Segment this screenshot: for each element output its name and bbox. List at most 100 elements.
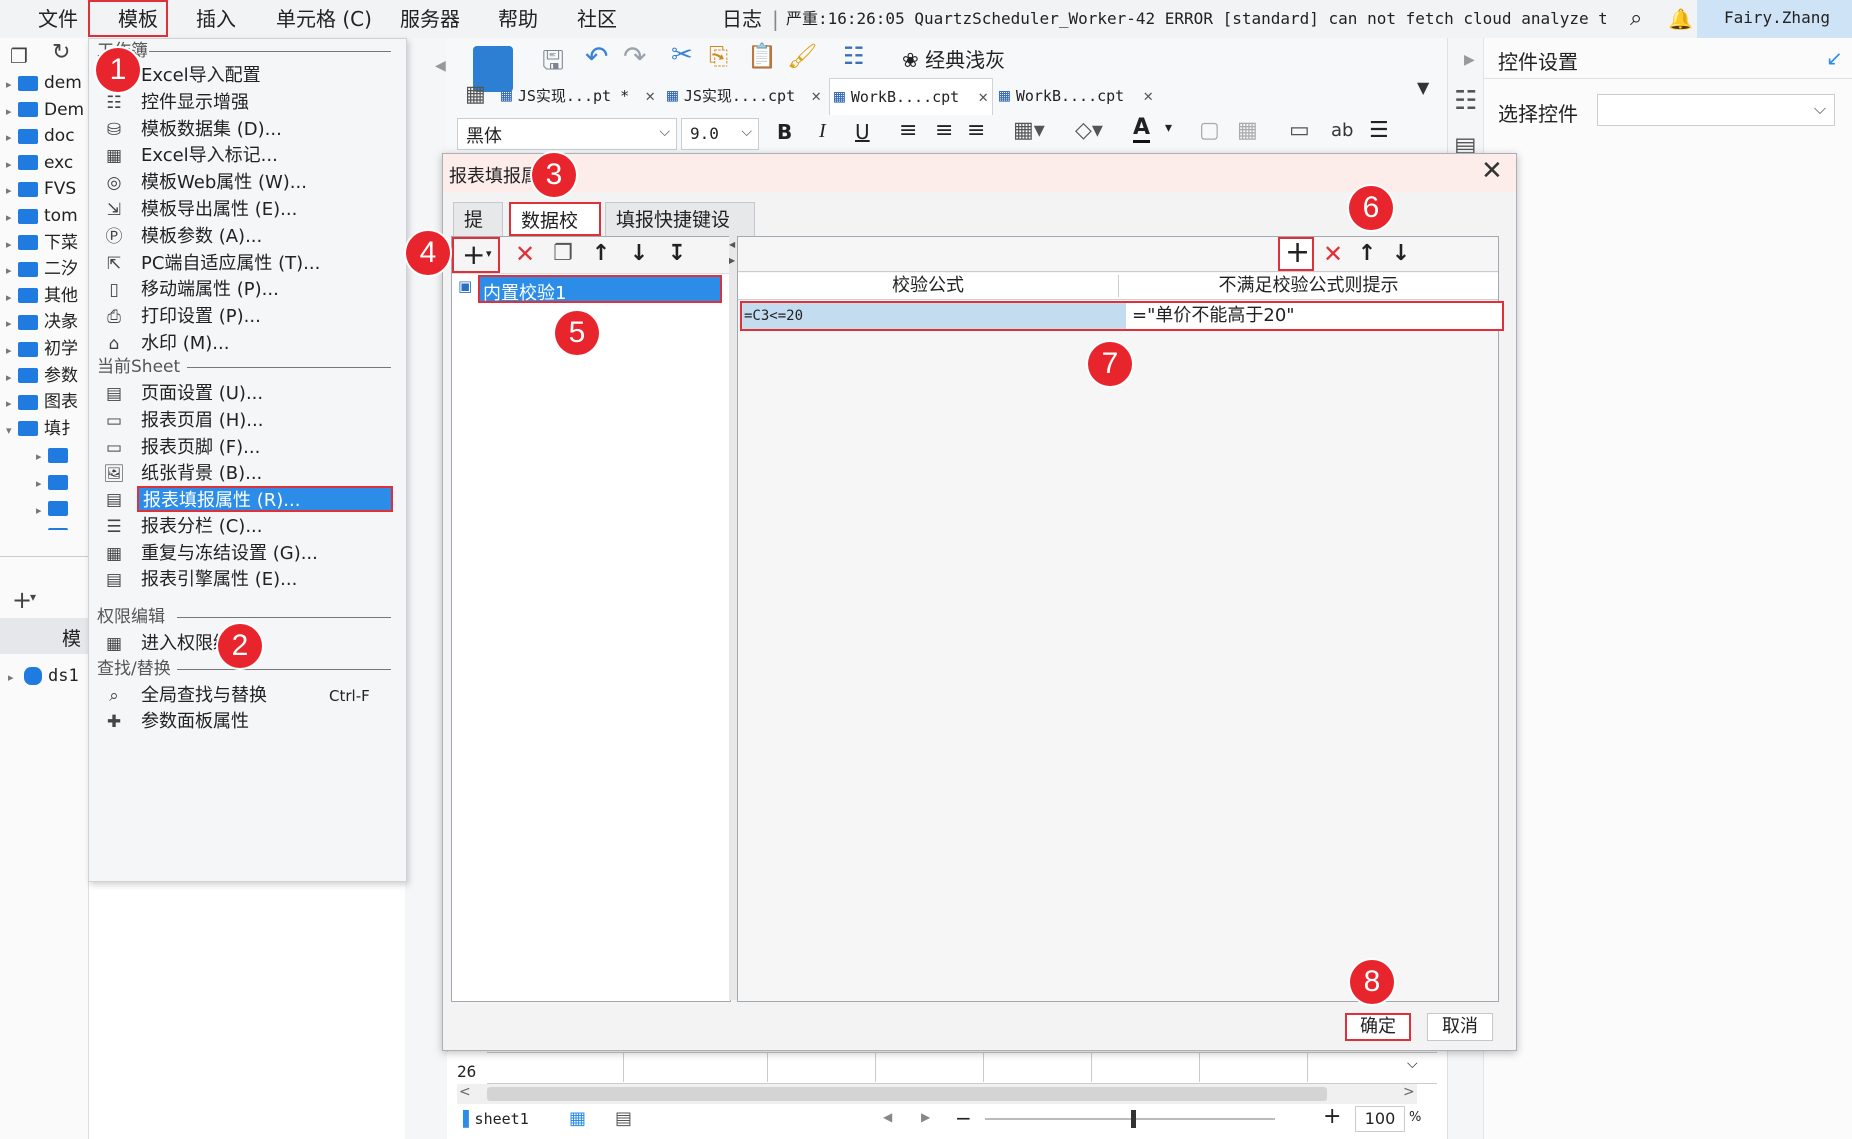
horizontal-scrollbar[interactable]: < > (457, 1084, 1417, 1104)
formula-cell[interactable]: =C3<=20 (742, 303, 1126, 329)
wrap-icon[interactable]: ▭ (1289, 118, 1310, 143)
tree-item[interactable]: ▸ tom (0, 203, 78, 229)
chevron-down-icon[interactable]: ▾ (1165, 120, 1172, 136)
cut-icon[interactable]: ✂ (671, 40, 693, 70)
menu-item[interactable]: ▯ 移动端属性 (P)... (89, 275, 406, 305)
scrollbar-thumb[interactable] (487, 1087, 1327, 1101)
close-icon[interactable]: ✕ (1481, 156, 1503, 186)
zoom-slider[interactable] (985, 1118, 1275, 1120)
menu-item[interactable]: ▭ 报表页脚 (F)... (89, 433, 406, 463)
tree-item[interactable]: ▸ Dem (0, 97, 84, 123)
document-tab[interactable]: ▦ WorkB....cpt ✕ (829, 78, 993, 115)
menu-item[interactable]: Ⓟ 模板参数 (A)... (89, 222, 406, 252)
bold-icon[interactable]: B (777, 120, 792, 144)
add-validation-button[interactable]: + ▾ (452, 237, 500, 273)
align-center-icon[interactable]: ≡ (935, 118, 953, 143)
menu-server[interactable]: 服务器 (400, 0, 460, 38)
tree-item[interactable]: ▸ 二汐 (0, 256, 78, 282)
menu-item[interactable]: ▤ 页面设置 (U)... (89, 379, 406, 409)
collapse-right-icon[interactable]: ▶ (1464, 52, 1475, 68)
tree-item[interactable]: ▾ 填扌 (0, 416, 78, 442)
unmerge-icon[interactable]: ▦ (1237, 118, 1258, 143)
format-painter-icon[interactable]: 🖌 (787, 42, 817, 70)
zoom-thumb[interactable] (1131, 1110, 1136, 1128)
border-icon[interactable]: ▦▾ (1013, 118, 1045, 143)
select-widget-dropdown[interactable]: ⌵ (1597, 94, 1835, 126)
menu-item[interactable]: ☷ 控件显示增强 (89, 88, 406, 118)
sheet-row[interactable] (487, 1052, 1437, 1084)
fill-color-icon[interactable]: ◇▾ (1075, 118, 1103, 143)
close-tab-icon[interactable]: ✕ (645, 78, 655, 114)
move-down-icon[interactable]: ↓ (1386, 239, 1416, 269)
add-sheet-icon[interactable]: ▦ (569, 1108, 586, 1129)
menu-item[interactable]: ⇲ 模板导出属性 (E)... (89, 195, 406, 225)
redo-icon[interactable]: ↷ (623, 40, 646, 73)
menu-item-fill-properties[interactable]: ▤ 报表填报属性 (R)... (89, 485, 406, 515)
bell-icon[interactable]: 🔔 (1668, 0, 1693, 38)
document-tab[interactable]: ▦ JS实现....cpt ✕ (663, 78, 825, 114)
menu-item[interactable]: ▦ Excel导入标记... (89, 141, 406, 171)
add-formula-button[interactable]: + (1278, 235, 1314, 271)
tree-item[interactable]: ▸ 决彖 (0, 309, 78, 335)
menu-item[interactable]: ⛁ 模板数据集 (D)... (89, 115, 406, 145)
search-icon[interactable]: ⌕ (1630, 0, 1642, 38)
merge-icon[interactable]: ▢ (1199, 118, 1220, 143)
validation-item[interactable]: 内置校验1 (478, 275, 722, 304)
menu-item[interactable]: ☰ 报表分栏 (C)... (89, 512, 406, 542)
align-left-icon[interactable]: ≡ (899, 118, 917, 143)
move-up-icon[interactable]: ↑ (1352, 239, 1382, 269)
menu-file[interactable]: 文件 (38, 0, 78, 38)
log-label[interactable]: 日志 (722, 0, 762, 38)
tree-item[interactable]: ▸ 下菜 (0, 230, 78, 256)
menu-item[interactable]: ◎ 模板Web属性 (W)... (89, 168, 406, 198)
close-tab-icon[interactable]: ✕ (978, 79, 988, 115)
cancel-button[interactable]: 取消 (1427, 1013, 1493, 1041)
theme-button[interactable]: ❀ 经典浅灰 (902, 44, 1005, 73)
tree-subitem[interactable]: ▸ (0, 522, 74, 530)
sort-icon[interactable]: ↧ (662, 239, 692, 269)
zoom-in-icon[interactable]: + (1323, 1104, 1341, 1129)
pin-icon[interactable]: ↙ (1826, 46, 1843, 70)
menu-item[interactable]: ⇱ PC端自适应属性 (T)... (89, 249, 406, 279)
table-row[interactable]: =C3<=20 ="单价不能高于20" (740, 301, 1504, 331)
document-tab[interactable]: ▦ JS实现...pt * ✕ (497, 78, 659, 114)
tab-data-validation[interactable]: 数据校验 (509, 202, 601, 266)
tree-subitem[interactable]: ▸ (0, 496, 74, 522)
menu-item[interactable]: ⎙ 打印设置 (P)... (89, 302, 406, 332)
tab-shortcut-settings[interactable]: 填报快捷键设置 (605, 202, 755, 265)
widget-icon[interactable]: ☷ (1454, 86, 1477, 116)
chevron-down-icon[interactable]: ▾ (30, 590, 36, 604)
tree-item[interactable]: ▸ 图表 (0, 389, 78, 415)
tab-submit[interactable]: 提交 (453, 202, 503, 265)
delete-formula-icon[interactable]: ✕ (1318, 239, 1348, 269)
splitter[interactable]: ◀ ▶ (729, 236, 737, 1000)
tree-item[interactable]: ▸ 其他 (0, 283, 78, 309)
paragraph-icon[interactable]: ☰ (1369, 118, 1389, 143)
delete-icon[interactable]: ✕ (510, 239, 540, 269)
menu-cell[interactable]: 单元格 (C) (276, 0, 372, 38)
menu-item[interactable]: ▦ 重复与冻结设置 (G)... (89, 539, 406, 569)
ok-button[interactable]: 确定 (1345, 1013, 1411, 1041)
undo-icon[interactable]: ↶ (585, 40, 608, 73)
user-area[interactable]: Fairy.Zhang (1697, 0, 1852, 38)
grid-icon[interactable]: ▦ (465, 82, 486, 107)
tabs-menu-icon[interactable]: ▼ (1417, 78, 1429, 97)
tree-item[interactable]: ▸ doc (0, 123, 75, 149)
tree-subitem[interactable]: ▸ (0, 442, 74, 468)
preview-icon[interactable]: ☷ (843, 42, 865, 70)
menu-insert[interactable]: 插入 (196, 0, 236, 38)
menu-help[interactable]: 帮助 (498, 0, 538, 38)
tree-item[interactable]: ▸ 参数 (0, 363, 78, 389)
move-down-icon[interactable]: ↓ (624, 239, 654, 269)
menu-template[interactable]: 模板 (118, 0, 158, 38)
tree-item[interactable]: ▸ exc (0, 150, 73, 176)
text-icon[interactable]: ab (1331, 120, 1353, 141)
dataset-item[interactable]: ▸ ds1 (8, 666, 79, 686)
menu-item[interactable]: ✚ 参数面板属性 (89, 707, 406, 737)
menu-item[interactable]: ▭ 报表页眉 (H)... (89, 406, 406, 436)
zoom-input[interactable]: 100 (1355, 1106, 1405, 1132)
menu-item[interactable]: ▤ 报表引擎属性 (E)... (89, 565, 406, 595)
close-tab-icon[interactable]: ✕ (1143, 78, 1153, 114)
tree-item[interactable]: ▸ dem (0, 70, 82, 96)
collapse-left-icon[interactable]: ◀ (435, 58, 446, 74)
